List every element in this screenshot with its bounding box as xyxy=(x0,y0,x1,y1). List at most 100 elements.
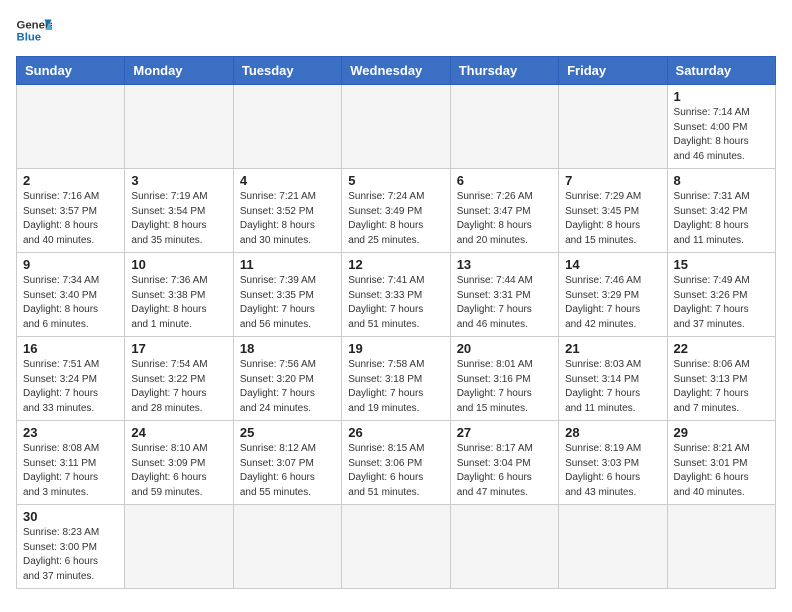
day-number: 28 xyxy=(565,425,660,440)
day-info: Sunrise: 7:46 AM Sunset: 3:29 PM Dayligh… xyxy=(565,274,660,332)
day-number: 22 xyxy=(674,341,769,356)
day-number: 8 xyxy=(674,173,769,188)
calendar-day-cell: 2 Sunrise: 7:16 AM Sunset: 3:57 PM Daylig… xyxy=(17,169,125,253)
calendar-day-cell: 9 Sunrise: 7:34 AM Sunset: 3:40 PM Daylig… xyxy=(17,253,125,337)
day-number: 14 xyxy=(565,257,660,272)
day-number: 5 xyxy=(348,173,443,188)
day-number: 15 xyxy=(674,257,769,272)
calendar-day-cell xyxy=(450,85,558,169)
day-info: Sunrise: 7:39 AM Sunset: 3:35 PM Dayligh… xyxy=(240,274,335,332)
day-info: Sunrise: 7:16 AM Sunset: 3:57 PM Dayligh… xyxy=(23,190,118,248)
day-number: 20 xyxy=(457,341,552,356)
day-info: Sunrise: 8:06 AM Sunset: 3:13 PM Dayligh… xyxy=(674,358,769,416)
calendar-day-cell xyxy=(667,505,775,589)
calendar-day-cell: 24Sunrise: 8:10 AM Sunset: 3:09 PM Dayli… xyxy=(125,421,233,505)
day-info: Sunrise: 7:41 AM Sunset: 3:33 PM Dayligh… xyxy=(348,274,443,332)
calendar-day-cell xyxy=(233,505,341,589)
calendar-weekday-saturday: Saturday xyxy=(667,57,775,85)
calendar-day-cell: 3Sunrise: 7:19 AM Sunset: 3:54 PM Daylig… xyxy=(125,169,233,253)
day-info: Sunrise: 7:26 AM Sunset: 3:47 PM Dayligh… xyxy=(457,190,552,248)
calendar-day-cell: 29 Sunrise: 8:21 AM Sunset: 3:01 PM Dayli… xyxy=(667,421,775,505)
calendar-table: SundayMondayTuesdayWednesdayThursdayFrid… xyxy=(16,56,776,589)
calendar-day-cell: 7 Sunrise: 7:29 AM Sunset: 3:45 PM Daylig… xyxy=(559,169,667,253)
day-number: 13 xyxy=(457,257,552,272)
day-info: Sunrise: 7:14 AM Sunset: 4:00 PM Dayligh… xyxy=(674,106,769,164)
day-number: 10 xyxy=(131,257,226,272)
day-number: 23 xyxy=(23,425,118,440)
calendar-weekday-wednesday: Wednesday xyxy=(342,57,450,85)
calendar-day-cell: 16 Sunrise: 7:51 AM Sunset: 3:24 PM Dayli… xyxy=(17,337,125,421)
day-number: 26 xyxy=(348,425,443,440)
day-info: Sunrise: 8:19 AM Sunset: 3:03 PM Dayligh… xyxy=(565,442,660,500)
day-info: Sunrise: 7:24 AM Sunset: 3:49 PM Dayligh… xyxy=(348,190,443,248)
day-info: Sunrise: 7:29 AM Sunset: 3:45 PM Dayligh… xyxy=(565,190,660,248)
calendar-day-cell: 5 Sunrise: 7:24 AM Sunset: 3:49 PM Daylig… xyxy=(342,169,450,253)
calendar-weekday-monday: Monday xyxy=(125,57,233,85)
day-number: 2 xyxy=(23,173,118,188)
day-number: 6 xyxy=(457,173,552,188)
day-info: Sunrise: 8:17 AM Sunset: 3:04 PM Dayligh… xyxy=(457,442,552,500)
day-info: Sunrise: 8:21 AM Sunset: 3:01 PM Dayligh… xyxy=(674,442,769,500)
calendar-day-cell: 17 Sunrise: 7:54 AM Sunset: 3:22 PM Dayli… xyxy=(125,337,233,421)
day-info: Sunrise: 8:10 AM Sunset: 3:09 PM Dayligh… xyxy=(131,442,226,500)
day-info: Sunrise: 8:08 AM Sunset: 3:11 PM Dayligh… xyxy=(23,442,118,500)
calendar-day-cell: 28 Sunrise: 8:19 AM Sunset: 3:03 PM Dayli… xyxy=(559,421,667,505)
day-info: Sunrise: 8:15 AM Sunset: 3:06 PM Dayligh… xyxy=(348,442,443,500)
calendar-day-cell xyxy=(342,505,450,589)
logo: General Blue xyxy=(16,16,52,44)
day-info: Sunrise: 7:58 AM Sunset: 3:18 PM Dayligh… xyxy=(348,358,443,416)
day-number: 1 xyxy=(674,89,769,104)
calendar-day-cell xyxy=(450,505,558,589)
calendar-weekday-friday: Friday xyxy=(559,57,667,85)
day-number: 7 xyxy=(565,173,660,188)
calendar-day-cell: 26 Sunrise: 8:15 AM Sunset: 3:06 PM Dayli… xyxy=(342,421,450,505)
calendar-week-row: 30Sunrise: 8:23 AM Sunset: 3:00 PM Dayli… xyxy=(17,505,776,589)
calendar-day-cell: 30Sunrise: 8:23 AM Sunset: 3:00 PM Dayli… xyxy=(17,505,125,589)
calendar-day-cell: 18 Sunrise: 7:56 AM Sunset: 3:20 PM Dayli… xyxy=(233,337,341,421)
calendar-day-cell: 25Sunrise: 8:12 AM Sunset: 3:07 PM Dayli… xyxy=(233,421,341,505)
day-info: Sunrise: 7:51 AM Sunset: 3:24 PM Dayligh… xyxy=(23,358,118,416)
day-number: 29 xyxy=(674,425,769,440)
day-number: 17 xyxy=(131,341,226,356)
calendar-day-cell xyxy=(125,505,233,589)
day-info: Sunrise: 8:12 AM Sunset: 3:07 PM Dayligh… xyxy=(240,442,335,500)
day-info: Sunrise: 7:56 AM Sunset: 3:20 PM Dayligh… xyxy=(240,358,335,416)
calendar-day-cell xyxy=(233,85,341,169)
calendar-day-cell: 19Sunrise: 7:58 AM Sunset: 3:18 PM Dayli… xyxy=(342,337,450,421)
calendar-day-cell: 4Sunrise: 7:21 AM Sunset: 3:52 PM Daylig… xyxy=(233,169,341,253)
calendar-day-cell: 10 Sunrise: 7:36 AM Sunset: 3:38 PM Dayli… xyxy=(125,253,233,337)
calendar-day-cell: 6 Sunrise: 7:26 AM Sunset: 3:47 PM Daylig… xyxy=(450,169,558,253)
day-number: 27 xyxy=(457,425,552,440)
day-info: Sunrise: 7:34 AM Sunset: 3:40 PM Dayligh… xyxy=(23,274,118,332)
svg-text:Blue: Blue xyxy=(17,32,42,44)
day-info: Sunrise: 8:01 AM Sunset: 3:16 PM Dayligh… xyxy=(457,358,552,416)
calendar-day-cell xyxy=(17,85,125,169)
calendar-week-row: 2 Sunrise: 7:16 AM Sunset: 3:57 PM Daylig… xyxy=(17,169,776,253)
day-number: 11 xyxy=(240,257,335,272)
calendar-weekday-sunday: Sunday xyxy=(17,57,125,85)
day-info: Sunrise: 8:03 AM Sunset: 3:14 PM Dayligh… xyxy=(565,358,660,416)
calendar-day-cell xyxy=(559,505,667,589)
day-number: 18 xyxy=(240,341,335,356)
calendar-day-cell: 20 Sunrise: 8:01 AM Sunset: 3:16 PM Dayli… xyxy=(450,337,558,421)
day-number: 4 xyxy=(240,173,335,188)
day-info: Sunrise: 7:36 AM Sunset: 3:38 PM Dayligh… xyxy=(131,274,226,332)
day-info: Sunrise: 7:44 AM Sunset: 3:31 PM Dayligh… xyxy=(457,274,552,332)
calendar-day-cell: 21Sunrise: 8:03 AM Sunset: 3:14 PM Dayli… xyxy=(559,337,667,421)
calendar-day-cell: 8Sunrise: 7:31 AM Sunset: 3:42 PM Daylig… xyxy=(667,169,775,253)
day-number: 12 xyxy=(348,257,443,272)
calendar-weekday-thursday: Thursday xyxy=(450,57,558,85)
day-number: 9 xyxy=(23,257,118,272)
calendar-day-cell: 11 Sunrise: 7:39 AM Sunset: 3:35 PM Dayli… xyxy=(233,253,341,337)
calendar-day-cell xyxy=(559,85,667,169)
day-number: 16 xyxy=(23,341,118,356)
day-info: Sunrise: 7:54 AM Sunset: 3:22 PM Dayligh… xyxy=(131,358,226,416)
calendar-day-cell: 1 Sunrise: 7:14 AM Sunset: 4:00 PM Daylig… xyxy=(667,85,775,169)
day-number: 30 xyxy=(23,509,118,524)
calendar-week-row: 9 Sunrise: 7:34 AM Sunset: 3:40 PM Daylig… xyxy=(17,253,776,337)
calendar-day-cell: 15Sunrise: 7:49 AM Sunset: 3:26 PM Dayli… xyxy=(667,253,775,337)
calendar-day-cell: 13 Sunrise: 7:44 AM Sunset: 3:31 PM Dayli… xyxy=(450,253,558,337)
calendar-day-cell: 27 Sunrise: 8:17 AM Sunset: 3:04 PM Dayli… xyxy=(450,421,558,505)
calendar-day-cell: 22 Sunrise: 8:06 AM Sunset: 3:13 PM Dayli… xyxy=(667,337,775,421)
calendar-day-cell xyxy=(342,85,450,169)
